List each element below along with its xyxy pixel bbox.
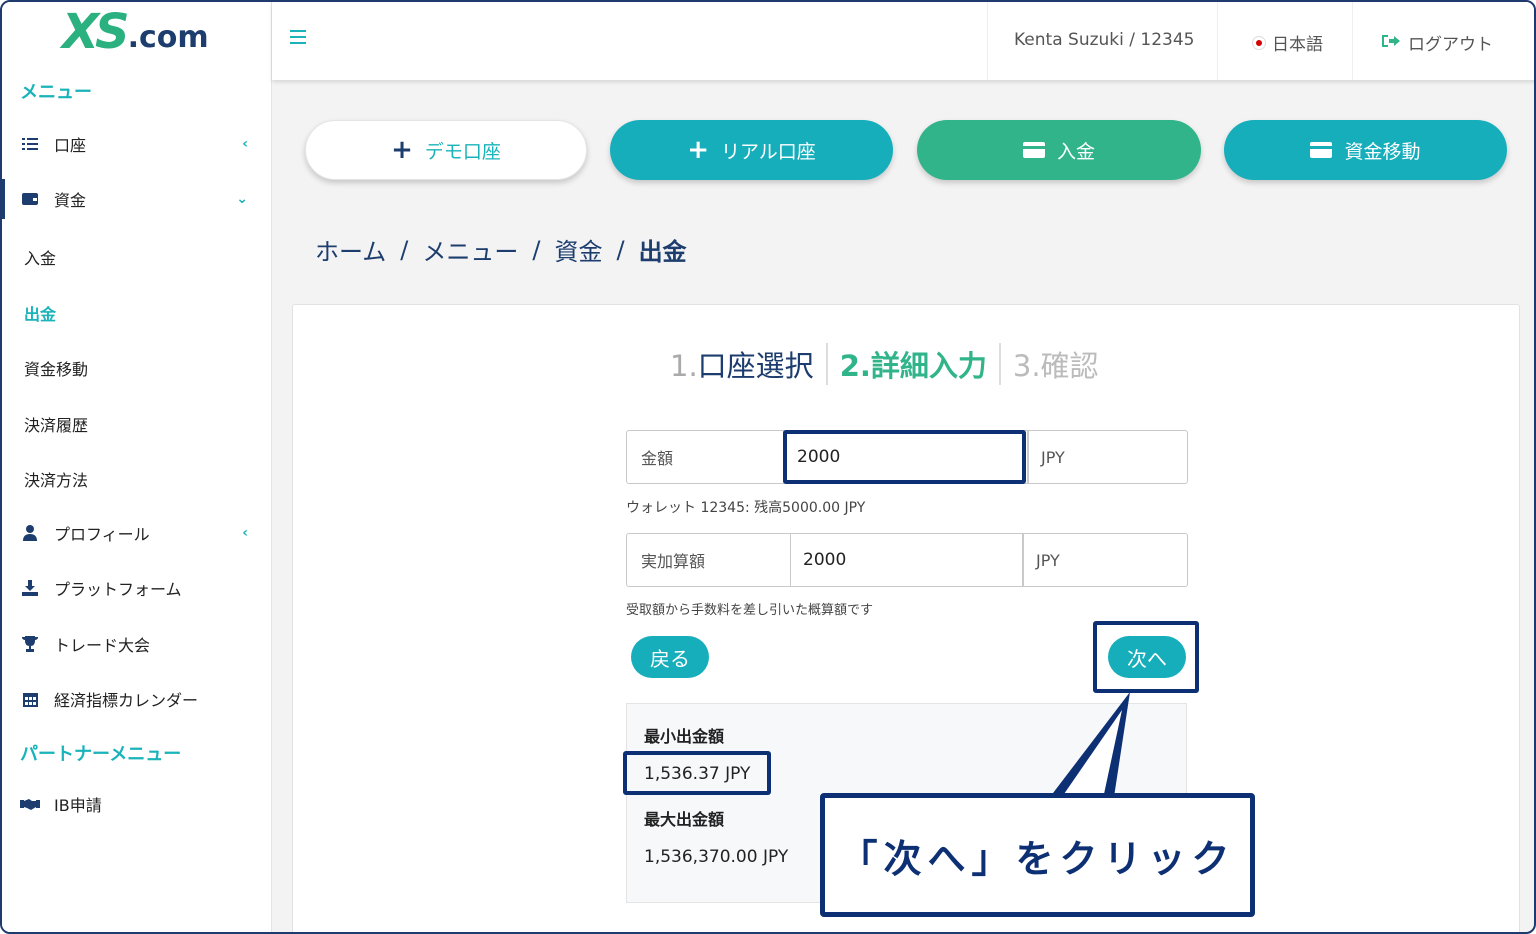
instruction-callout: 「次へ」をクリック (820, 793, 1255, 917)
callout-pointer (1050, 692, 1130, 797)
app-frame: XS .com メニュー 口座 ‹ 資金 ⌄ 入金 出金 資金移動 決済履歴 決… (0, 0, 1536, 934)
